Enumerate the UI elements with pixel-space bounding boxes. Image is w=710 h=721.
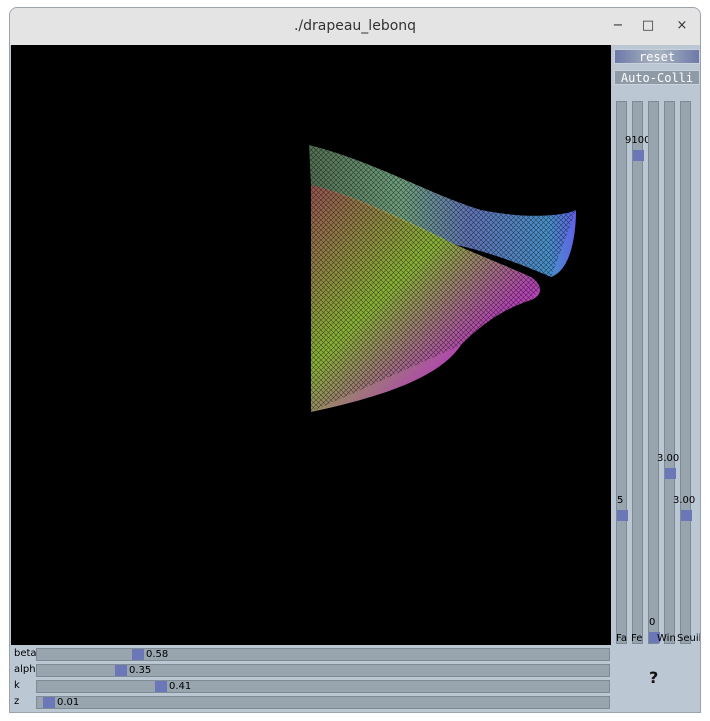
- slider-row-z: z 0.01: [11, 695, 611, 710]
- slider-fe-value: 9100: [625, 135, 651, 146]
- flag-mesh: [309, 145, 576, 412]
- slider-beta-value: 0.58: [146, 649, 169, 660]
- slider-k-track[interactable]: 0.41: [36, 680, 610, 693]
- slider-row-k: k 0.41: [11, 679, 611, 694]
- slider-z-thumb[interactable]: [43, 697, 55, 708]
- maximize-button[interactable]: □: [638, 16, 658, 36]
- slider-seuil-value: 3.00: [673, 495, 696, 506]
- app-window: ./drapeau_lebonq − □ × reset Auto-Colli …: [9, 7, 701, 713]
- slider-win-label: Win: [657, 633, 676, 644]
- close-button[interactable]: ×: [672, 16, 692, 36]
- help-button[interactable]: ?: [649, 668, 658, 687]
- slider-z-label: z: [14, 696, 20, 707]
- slider-z-value: 0.01: [57, 697, 80, 708]
- slider-seuil-label: Seuil: [677, 633, 701, 644]
- slider-fe-track[interactable]: [632, 101, 644, 644]
- slider-beta-track[interactable]: 0.58: [36, 648, 610, 661]
- slider-win-value: 0: [649, 617, 656, 628]
- slider-fe-thumb[interactable]: [633, 150, 644, 161]
- slider-seuil-left-thumb[interactable]: [665, 468, 676, 479]
- slider-alpha-value: 0.35: [129, 665, 152, 676]
- slider-fa-thumb[interactable]: [617, 510, 628, 521]
- minimize-button[interactable]: −: [608, 16, 628, 36]
- slider-beta-label: beta: [14, 648, 37, 659]
- title-bar[interactable]: ./drapeau_lebonq − □ ×: [10, 8, 700, 46]
- slider-seuil-thumb[interactable]: [681, 510, 692, 521]
- slider-alpha-thumb[interactable]: [115, 665, 127, 676]
- control-panel: reset Auto-Colli 5 9100 0 3.00 3.00 Fa Fe Win Se…: [611, 45, 701, 712]
- slider-win-track[interactable]: [648, 101, 660, 644]
- slider-k-label: k: [14, 680, 20, 691]
- slider-fa-label: Fa: [616, 633, 627, 644]
- slider-z-track[interactable]: 0.01: [36, 696, 610, 709]
- slider-beta-thumb[interactable]: [132, 649, 144, 660]
- slider-fa-track[interactable]: [616, 101, 628, 644]
- slider-k-thumb[interactable]: [155, 681, 167, 692]
- slider-seuil-left-track[interactable]: [664, 101, 676, 644]
- slider-seuil-track[interactable]: [680, 101, 692, 644]
- slider-fe-label: Fe: [631, 633, 643, 644]
- reset-button[interactable]: reset: [614, 49, 700, 64]
- flag-render-canvas[interactable]: [11, 45, 611, 645]
- slider-row-alpha: alpha 0.35: [11, 663, 611, 678]
- auto-colli-button[interactable]: Auto-Colli: [614, 70, 700, 85]
- slider-fa-value: 5: [617, 495, 624, 506]
- window-title: ./drapeau_lebonq: [293, 18, 417, 34]
- slider-seuil-left-value: 3.00: [657, 453, 680, 464]
- slider-row-beta: beta 0.58: [11, 647, 611, 662]
- slider-alpha-track[interactable]: 0.35: [36, 664, 610, 677]
- slider-k-value: 0.41: [169, 681, 192, 692]
